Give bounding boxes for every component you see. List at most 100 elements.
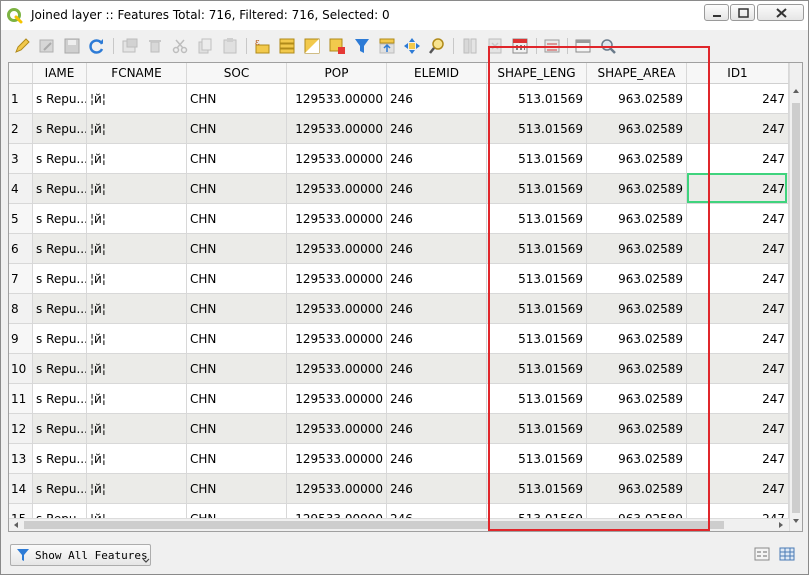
column-header-name[interactable]: IAME [33,63,87,84]
cell-fcname[interactable]: ¦й¦ [87,234,187,264]
cell-soc[interactable]: CHN [187,414,287,444]
table-row[interactable]: 6s Repu... ¦й¦ CHN 129533.00000 246 513.01569… [9,234,789,264]
cell-pop[interactable]: 129533.00000 [287,144,387,174]
cell-soc[interactable]: CHN [187,204,287,234]
cell-elemid[interactable]: 246 [387,174,487,204]
vertical-scrollbar[interactable] [789,63,802,531]
cell-fcname[interactable]: ¦й¦ [87,144,187,174]
vertical-scroll-thumb[interactable] [792,103,800,513]
row-number[interactable]: 7 [9,264,33,294]
cell-pop[interactable]: 129533.00000 [287,114,387,144]
cell-shape-area[interactable]: 963.02589 [587,84,687,114]
table-row[interactable]: 2s Repu... ¦й¦ CHN 129533.00000 246 513.01569… [9,114,789,144]
cell-pop[interactable]: 129533.00000 [287,324,387,354]
cell-shape-leng[interactable]: 513.01569 [487,204,587,234]
cell-shape-leng[interactable]: 513.01569 [487,264,587,294]
cell-id1[interactable]: 247 [687,414,789,444]
cell-shape-leng[interactable]: 513.01569 [487,114,587,144]
column-header-soc[interactable]: SOC [187,63,287,84]
cell-id1[interactable]: 247 [687,204,789,234]
row-number[interactable]: 12 [9,414,33,444]
cell-name[interactable]: s Repu... [33,204,87,234]
cell-shape-leng[interactable]: 513.01569 [487,444,587,474]
cell-name[interactable]: s Repu... [33,264,87,294]
cell-shape-leng[interactable]: 513.01569 [487,354,587,384]
cell-fcname[interactable]: ¦й¦ [87,444,187,474]
cell-shape-area[interactable]: 963.02589 [587,264,687,294]
cell-soc[interactable]: CHN [187,474,287,504]
scroll-down-icon[interactable] [790,515,802,527]
minimize-button[interactable] [704,4,729,21]
show-all-features-button[interactable]: Show All Features [10,544,151,566]
cell-elemid[interactable]: 246 [387,474,487,504]
cell-name[interactable]: s Repu... [33,324,87,354]
cut-icon[interactable] [171,37,189,55]
cell-id1[interactable]: 247 [687,114,789,144]
cell-elemid[interactable]: 246 [387,84,487,114]
cell-shape-area[interactable]: 963.02589 [587,294,687,324]
cell-pop[interactable]: 129533.00000 [287,234,387,264]
cell-id1[interactable]: 247 [687,354,789,384]
cell-name[interactable]: s Repu... [33,354,87,384]
cell-name[interactable]: s Repu... [33,144,87,174]
cell-fcname[interactable]: ¦й¦ [87,474,187,504]
cell-shape-area[interactable]: 963.02589 [587,204,687,234]
table-row[interactable]: 4s Repu... ¦й¦ CHN 129533.00000 246 513.01569… [9,174,789,204]
horizontal-scrollbar[interactable] [9,518,789,531]
cell-name[interactable]: s Repu... [33,234,87,264]
copy-icon[interactable] [196,37,214,55]
row-number[interactable]: 6 [9,234,33,264]
cell-shape-area[interactable]: 963.02589 [587,324,687,354]
cell-soc[interactable]: CHN [187,174,287,204]
deselect-icon[interactable] [328,37,346,55]
cell-soc[interactable]: CHN [187,84,287,114]
cell-name[interactable]: s Repu... [33,174,87,204]
cell-id1[interactable]: 247 [687,294,789,324]
cell-pop[interactable]: 129533.00000 [287,294,387,324]
cell-name[interactable]: s Repu... [33,474,87,504]
scroll-right-icon[interactable] [775,519,787,531]
cell-shape-leng[interactable]: 513.01569 [487,384,587,414]
cell-fcname[interactable]: ¦й¦ [87,264,187,294]
cell-id1[interactable]: 247 [687,84,789,114]
cell-elemid[interactable]: 246 [387,234,487,264]
filter-icon[interactable] [353,37,371,55]
row-number[interactable]: 1 [9,84,33,114]
cell-soc[interactable]: CHN [187,324,287,354]
cell-elemid[interactable]: 246 [387,354,487,384]
zoom-to-selection-icon[interactable] [428,37,446,55]
cell-shape-leng[interactable]: 513.01569 [487,294,587,324]
new-field-icon[interactable] [461,37,479,55]
cell-soc[interactable]: CHN [187,234,287,264]
cell-shape-area[interactable]: 963.02589 [587,444,687,474]
cell-pop[interactable]: 129533.00000 [287,174,387,204]
cell-elemid[interactable]: 246 [387,414,487,444]
table-row[interactable]: 11 s Repu... ¦й¦ CHN 129533.00000 246 513.0156… [9,384,789,414]
cell-elemid[interactable]: 246 [387,444,487,474]
cell-pop[interactable]: 129533.00000 [287,204,387,234]
table-row[interactable]: 9s Repu... ¦й¦ CHN 129533.00000 246 513.01569… [9,324,789,354]
row-number[interactable]: 9 [9,324,33,354]
cell-fcname[interactable]: ¦й¦ [87,414,187,444]
cell-soc[interactable]: CHN [187,114,287,144]
cell-soc[interactable]: CHN [187,444,287,474]
cell-fcname[interactable]: ¦й¦ [87,204,187,234]
cell-shape-leng[interactable]: 513.01569 [487,174,587,204]
cell-name[interactable]: s Repu... [33,444,87,474]
table-row[interactable]: 3s Repu... ¦й¦ CHN 129533.00000 246 513.01569… [9,144,789,174]
cell-soc[interactable]: CHN [187,144,287,174]
cell-shape-area[interactable]: 963.02589 [587,474,687,504]
cell-name[interactable]: s Repu... [33,294,87,324]
cell-pop[interactable]: 129533.00000 [287,264,387,294]
cell-name[interactable]: s Repu... [33,114,87,144]
form-view-icon[interactable] [753,545,771,563]
cell-elemid[interactable]: 246 [387,144,487,174]
cell-elemid[interactable]: 246 [387,294,487,324]
cell-elemid[interactable]: 246 [387,324,487,354]
cell-shape-leng[interactable]: 513.01569 [487,414,587,444]
cell-name[interactable]: s Repu... [33,384,87,414]
cell-fcname[interactable]: ¦й¦ [87,294,187,324]
cell-pop[interactable]: 129533.00000 [287,354,387,384]
cell-shape-area[interactable]: 963.02589 [587,174,687,204]
cell-soc[interactable]: CHN [187,294,287,324]
